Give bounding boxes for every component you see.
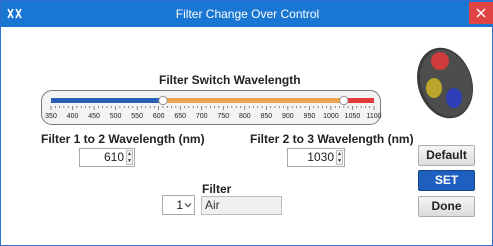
tick-label-500: 500 — [110, 113, 122, 120]
spin-down-icon[interactable]: ▼ — [127, 158, 132, 164]
spin-up-icon[interactable]: ▲ — [127, 151, 132, 157]
tick-label-550: 550 — [131, 113, 143, 120]
spin-down-icon[interactable]: ▼ — [337, 158, 342, 164]
filter-2-3-spin-arrows[interactable]: ▲ ▼ — [336, 150, 343, 165]
chevron-down-icon[interactable] — [184, 201, 192, 209]
track-segment-filter-1 — [51, 98, 163, 103]
close-button[interactable] — [469, 2, 493, 24]
filter-change-window: Filter Change Over Control Filter Switch… — [0, 0, 493, 246]
done-button[interactable]: Done — [418, 196, 475, 217]
filter-wheel-icon — [414, 39, 476, 123]
filter-name-field: Air — [201, 196, 282, 215]
tick-label-450: 450 — [88, 113, 100, 120]
tick-label-600: 600 — [153, 113, 165, 120]
tick-label-400: 400 — [67, 113, 79, 120]
filter-1-2-wavelength-spinner[interactable]: 610 ▲ ▼ — [79, 148, 135, 167]
tick-label-750: 750 — [217, 113, 229, 120]
title-bar[interactable]: Filter Change Over Control — [1, 1, 493, 27]
filter-index-dropdown[interactable]: 1 — [162, 195, 195, 215]
spin-up-icon[interactable]: ▲ — [337, 151, 342, 157]
wavelength-slider-track[interactable]: 350 400 450 500 550 600 650 700 750 800 850 900 950 1… — [42, 91, 382, 126]
wavelength-slider[interactable]: 350 400 450 500 550 600 650 700 750 800 850 900 950 1… — [41, 90, 382, 126]
tick-label-1000: 1000 — [323, 113, 339, 120]
set-button[interactable]: SET — [418, 170, 475, 191]
filter-1-2-label: Filter 1 to 2 Wavelength (nm) — [41, 132, 205, 146]
close-icon — [476, 8, 486, 18]
tick-label-650: 650 — [174, 113, 186, 120]
filter-1-2-spin-arrows[interactable]: ▲ ▼ — [126, 150, 133, 165]
tick-label-700: 700 — [196, 113, 208, 120]
slider-title: Filter Switch Wavelength — [159, 73, 301, 87]
tick-label-1100: 1100 — [366, 113, 381, 120]
filter-index-value[interactable]: 1 — [165, 196, 183, 214]
tick-label-900: 900 — [282, 113, 294, 120]
default-button[interactable]: Default — [418, 145, 475, 166]
filter-label: Filter — [202, 182, 232, 196]
tick-label-850: 850 — [260, 113, 272, 120]
filter-2-3-label: Filter 2 to 3 Wavelength (nm) — [250, 132, 414, 146]
track-segment-filter-2 — [162, 98, 344, 103]
window-title: Filter Change Over Control — [175, 7, 320, 21]
tick-label-1050: 1050 — [345, 113, 361, 120]
tick-label-950: 950 — [304, 113, 316, 120]
tick-label-800: 800 — [239, 113, 251, 120]
filter-2-3-wavelength-spinner[interactable]: 1030 ▲ ▼ — [287, 148, 345, 167]
filter-1-2-wavelength-value[interactable]: 610 — [80, 149, 124, 166]
tick-label-350: 350 — [45, 113, 57, 120]
slider-handle-1[interactable] — [158, 95, 168, 106]
filter-2-3-wavelength-value[interactable]: 1030 — [288, 149, 334, 166]
slider-handle-2[interactable] — [339, 95, 349, 106]
